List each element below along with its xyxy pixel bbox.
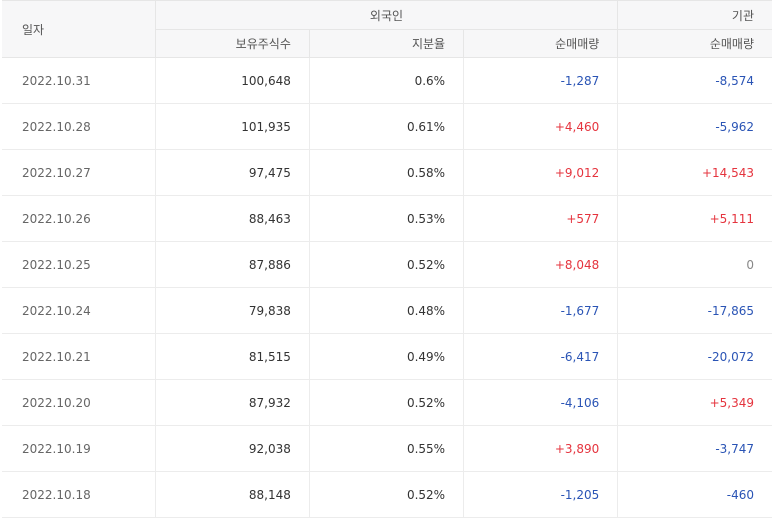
table-row: 2022.10.26 88,463 0.53% +577 +5,111: [2, 195, 772, 242]
header-foreign-net: 순매매량: [463, 29, 619, 58]
foreign-net-cell: +4,460: [463, 103, 619, 150]
header-share-ratio: 지분율: [309, 29, 465, 58]
share-ratio-cell: 0.49%: [309, 333, 465, 380]
holdings-cell: 81,515: [155, 333, 310, 380]
holdings-cell: 87,886: [155, 241, 310, 288]
table-row: 2022.10.28 101,935 0.61% +4,460 -5,962: [2, 103, 772, 150]
institution-net-cell: -17,865: [617, 287, 772, 334]
institution-net-cell: -8,574: [617, 57, 772, 104]
holdings-cell: 101,935: [155, 103, 310, 150]
foreign-net-cell: +577: [463, 195, 619, 242]
header-date: 일자: [2, 0, 156, 58]
institution-net-cell: -3,747: [617, 425, 772, 472]
date-cell: 2022.10.31: [2, 57, 156, 104]
table-row: 2022.10.25 87,886 0.52% +8,048 0: [2, 241, 772, 288]
share-ratio-cell: 0.48%: [309, 287, 465, 334]
institution-net-cell: -460: [617, 471, 772, 518]
table-row: 2022.10.18 88,148 0.52% -1,205 -460: [2, 471, 772, 518]
header-holdings: 보유주식수: [155, 29, 310, 58]
date-cell: 2022.10.27: [2, 149, 156, 196]
share-ratio-cell: 0.58%: [309, 149, 465, 196]
holdings-cell: 100,648: [155, 57, 310, 104]
date-cell: 2022.10.21: [2, 333, 156, 380]
table-row: 2022.10.21 81,515 0.49% -6,417 -20,072: [2, 333, 772, 380]
date-cell: 2022.10.24: [2, 287, 156, 334]
header-institution-net: 순매매량: [617, 29, 772, 58]
holdings-cell: 92,038: [155, 425, 310, 472]
table-body: 2022.10.31 100,648 0.6% -1,287 -8,574 2022.10…: [2, 57, 772, 518]
holdings-cell: 79,838: [155, 287, 310, 334]
institution-net-cell: -5,962: [617, 103, 772, 150]
date-cell: 2022.10.18: [2, 471, 156, 518]
share-ratio-cell: 0.55%: [309, 425, 465, 472]
institution-net-cell: +5,349: [617, 379, 772, 426]
table-row: 2022.10.31 100,648 0.6% -1,287 -8,574: [2, 57, 772, 104]
table-header: 일자 외국인 기관 보유주식수 지분율 순매매량 순매매량: [2, 0, 772, 58]
institution-net-cell: +5,111: [617, 195, 772, 242]
institution-net-cell: -20,072: [617, 333, 772, 380]
foreign-net-cell: -1,677: [463, 287, 619, 334]
date-cell: 2022.10.26: [2, 195, 156, 242]
date-cell: 2022.10.28: [2, 103, 156, 150]
share-ratio-cell: 0.61%: [309, 103, 465, 150]
foreign-net-cell: -4,106: [463, 379, 619, 426]
foreign-net-cell: -1,205: [463, 471, 619, 518]
foreign-net-cell: +3,890: [463, 425, 619, 472]
foreign-net-cell: +9,012: [463, 149, 619, 196]
header-foreign: 외국인: [155, 0, 619, 30]
share-ratio-cell: 0.52%: [309, 471, 465, 518]
holdings-cell: 88,148: [155, 471, 310, 518]
institution-net-cell: +14,543: [617, 149, 772, 196]
share-ratio-cell: 0.52%: [309, 241, 465, 288]
institution-net-cell: 0: [617, 241, 772, 288]
table-row: 2022.10.27 97,475 0.58% +9,012 +14,543: [2, 149, 772, 196]
share-ratio-cell: 0.52%: [309, 379, 465, 426]
share-ratio-cell: 0.6%: [309, 57, 465, 104]
holdings-cell: 97,475: [155, 149, 310, 196]
date-cell: 2022.10.25: [2, 241, 156, 288]
share-ratio-cell: 0.53%: [309, 195, 465, 242]
foreign-net-cell: +8,048: [463, 241, 619, 288]
table-row: 2022.10.20 87,932 0.52% -4,106 +5,349: [2, 379, 772, 426]
foreign-net-cell: -1,287: [463, 57, 619, 104]
investor-trading-table: 일자 외국인 기관 보유주식수 지분율 순매매량 순매매량 2022.10.31…: [2, 0, 772, 518]
foreign-net-cell: -6,417: [463, 333, 619, 380]
table-row: 2022.10.19 92,038 0.55% +3,890 -3,747: [2, 425, 772, 472]
date-cell: 2022.10.20: [2, 379, 156, 426]
date-cell: 2022.10.19: [2, 425, 156, 472]
holdings-cell: 87,932: [155, 379, 310, 426]
table-row: 2022.10.24 79,838 0.48% -1,677 -17,865: [2, 287, 772, 334]
header-institution: 기관: [617, 0, 772, 30]
holdings-cell: 88,463: [155, 195, 310, 242]
